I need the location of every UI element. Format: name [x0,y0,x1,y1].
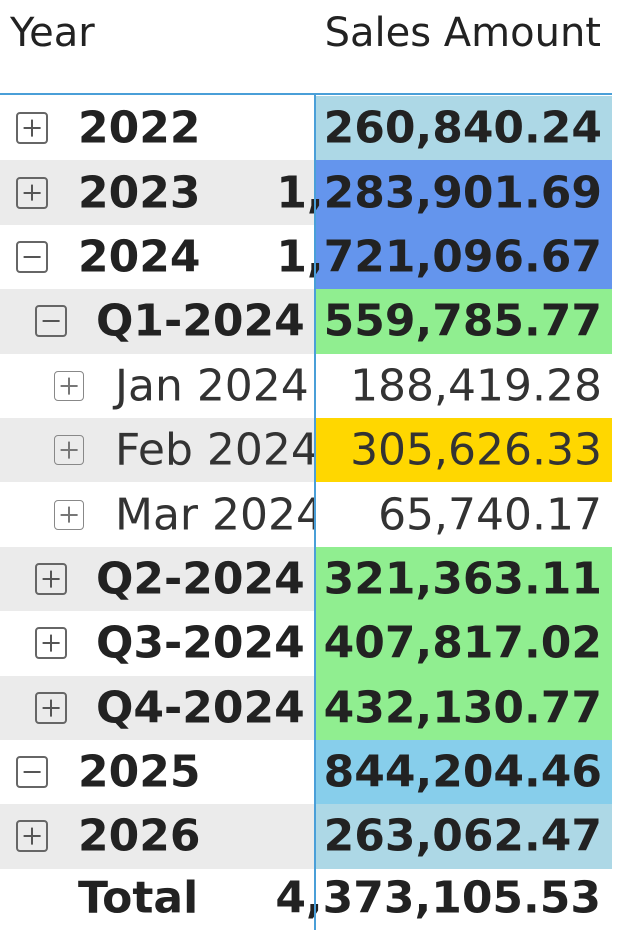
expand-icon[interactable] [35,691,67,724]
table-row: Jan 2024 188,419.28 [0,353,623,418]
sales-amount-cell: 559,785.77 [316,289,612,354]
table-row: Q2-2024 321,363.11 [0,546,623,612]
row-label: Q2-2024 [96,553,305,605]
row-label: Feb 2024 [115,424,319,476]
expand-icon[interactable] [16,112,48,145]
table-row: 2025 844,204.46 [0,739,623,805]
sales-amount-value: 263,062.47 [323,810,602,862]
sales-amount-cell: 305,626.33 [316,417,612,483]
collapse-icon[interactable] [16,756,48,789]
table-row: 2026 263,062.47 [0,804,623,869]
row-header-cell: Q1-2024 [0,289,314,354]
sales-amount-value: 321,363.11 [323,553,602,605]
total-value: 4,373,105.53 [275,872,601,924]
row-header-cell: 2023 [0,160,314,225]
sales-amount-cell: 844,204.46 [316,739,612,805]
row-label: Mar 2024 [115,489,324,541]
row-label: 2022 [78,102,201,154]
column-divider [314,94,316,930]
table-row: Q1-2024 559,785.77 [0,289,623,354]
expand-icon[interactable] [35,562,67,595]
table-row: Q4-2024 432,130.77 [0,675,623,740]
expand-icon[interactable] [16,820,48,853]
expand-icon[interactable] [54,499,84,530]
sales-amount-value: 188,419.28 [350,360,602,412]
row-header-cell: Q2-2024 [0,546,314,612]
expand-icon[interactable] [35,627,67,660]
row-header-cell: Jan 2024 [0,354,314,418]
table-row: 2024 1,721,096.67 [0,224,623,290]
row-label: Q4-2024 [96,682,305,734]
row-header-cell: 2026 [0,804,314,869]
table-row: 2022 260,840.24 [0,96,623,161]
sales-amount-value: 1,721,096.67 [276,231,602,283]
table-row: Feb 2024 305,626.33 [0,417,623,483]
total-label: Total [78,872,199,924]
table-row: Mar 2024 65,740.17 [0,482,623,547]
sales-amount-value: 559,785.77 [323,295,602,347]
sales-amount-value: 844,204.46 [323,746,602,798]
sales-amount-value: 260,840.24 [323,102,602,154]
row-label: Jan 2024 [115,360,309,412]
collapse-icon[interactable] [16,240,48,273]
sales-amount-cell: 432,130.77 [316,675,612,740]
sales-amount-cell: 1,283,901.69 [276,160,612,225]
expand-icon[interactable] [54,370,84,401]
sales-amount-cell: 321,363.11 [316,546,612,612]
row-header-cell: 2024 [0,225,314,289]
row-label: 2025 [78,746,201,798]
sales-amount-cell: 263,062.47 [316,804,612,869]
row-label: Q3-2024 [96,617,305,669]
year-column-header[interactable]: Year [10,10,95,56]
row-header-cell: 2025 [0,740,314,804]
expand-icon[interactable] [54,435,84,466]
table-header: Year Sales Amount [0,0,623,95]
table-row: Q3-2024 407,817.02 [0,611,623,676]
collapse-icon[interactable] [35,305,67,338]
row-header-cell: Q3-2024 [0,611,314,675]
sales-amount-cell: 260,840.24 [316,96,612,161]
sales-amount-value: 432,130.77 [323,682,602,734]
row-label: 2026 [78,810,201,862]
total-row: Total 4,373,105.53 [0,866,623,930]
row-label: Q1-2024 [96,295,305,347]
table-row: 2023 1,283,901.69 [0,160,623,225]
sales-amount-cell: 65,740.17 [316,482,612,547]
sales-amount-value: 65,740.17 [378,489,602,541]
row-header-cell: 2022 [0,96,314,160]
sales-amount-value: 407,817.02 [323,617,602,669]
row-label: 2023 [78,167,201,219]
row-header-cell: Q4-2024 [0,675,314,740]
sales-amount-cell: 188,419.28 [316,353,612,418]
header-divider [0,93,612,95]
sales-amount-cell: 1,721,096.67 [276,224,612,290]
row-label: 2024 [78,231,201,283]
sales-amount-cell: 407,817.02 [316,611,612,676]
matrix-body: 2022 260,840.24 2023 1,283,901.69 2024 1,721,… [0,96,623,869]
sales-amount-value: 305,626.33 [350,424,602,476]
sales-amount-value: 1,283,901.69 [276,167,602,219]
row-header-cell: Mar 2024 [0,482,324,546]
row-header-cell: Feb 2024 [0,417,319,483]
expand-icon[interactable] [16,176,48,209]
sales-amount-column-header[interactable]: Sales Amount [325,10,601,56]
